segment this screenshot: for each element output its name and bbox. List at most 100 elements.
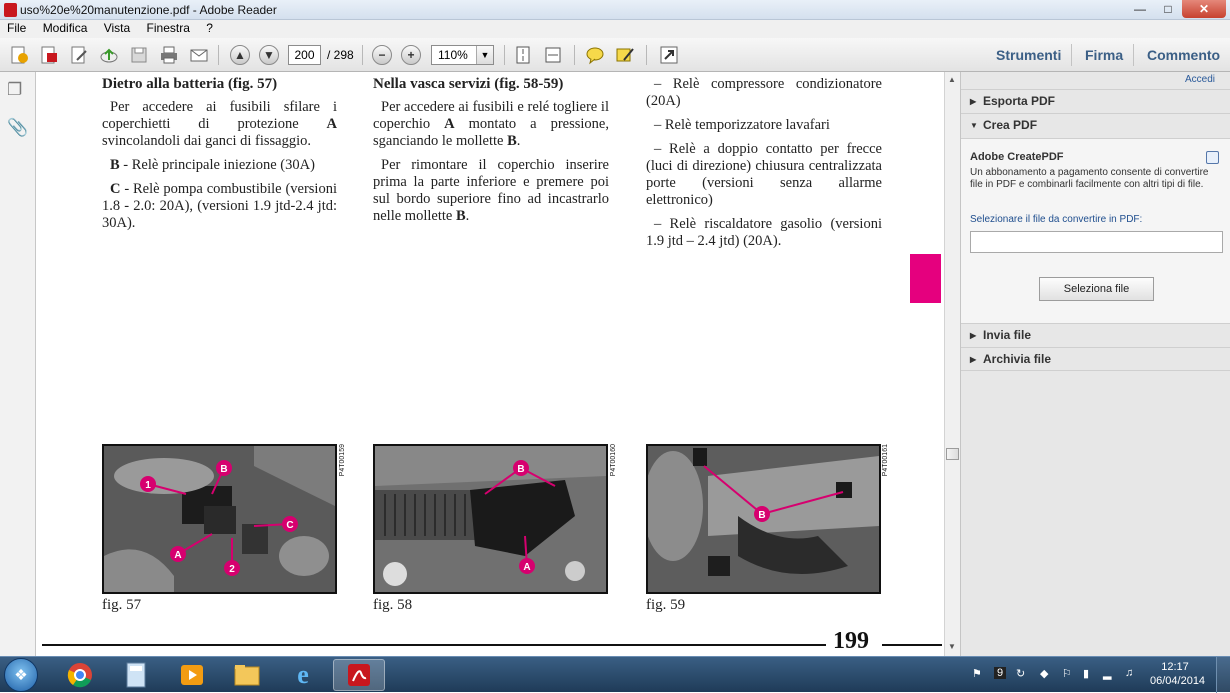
section-tab-marker <box>910 254 941 303</box>
plus-icon: + <box>401 45 421 65</box>
email-icon[interactable] <box>187 43 211 67</box>
maximize-button[interactable]: □ <box>1154 0 1182 18</box>
label-2: 2 <box>229 564 235 575</box>
attachment-icon[interactable]: 📎 <box>7 118 28 138</box>
edit-icon[interactable] <box>67 43 91 67</box>
fit-width-icon[interactable] <box>541 43 565 67</box>
column-2: Nella vasca servizi (fig. 58-59) Per acc… <box>373 76 609 232</box>
clock[interactable]: 12:17 06/04/2014 <box>1150 660 1206 688</box>
show-desktop-button[interactable] <box>1216 657 1230 693</box>
update-icon[interactable]: ↻ <box>1016 667 1025 680</box>
shield-icon[interactable]: ◆ <box>1040 667 1048 680</box>
file-select-label: Selezionare il file da convertire in PDF… <box>970 214 1143 225</box>
heading-service-box: Nella vasca servizi (fig. 58-59) <box>373 76 564 92</box>
page-number: 199 <box>833 628 869 654</box>
save-icon[interactable] <box>127 43 151 67</box>
pages-icon[interactable]: ❐ <box>7 80 22 100</box>
page-rule <box>882 644 942 646</box>
info-icon[interactable] <box>1206 151 1219 164</box>
select-file-button[interactable]: Seleziona file <box>1039 277 1154 301</box>
list-item: – Relè riscaldatore gasolio (versioni 1.… <box>646 216 882 249</box>
document-view[interactable]: Dietro alla batteria (fig. 57) Per acced… <box>37 72 944 656</box>
section-archivia-file[interactable]: ▶ Archivia file <box>961 347 1230 371</box>
expand-icon[interactable] <box>657 43 681 67</box>
previous-page-button[interactable]: ▲ <box>228 43 252 67</box>
figure-58-photo: B A <box>373 444 608 594</box>
chrome-icon[interactable] <box>54 659 106 691</box>
toolbar: ▲ ▼ 200 / 298 − + 110% ▼ Strumenti Firma… <box>0 38 1230 72</box>
figure-59-code: P4T00161 <box>882 444 889 477</box>
next-page-button[interactable]: ▼ <box>257 43 281 67</box>
zoom-in-button[interactable]: + <box>399 43 423 67</box>
menu-file[interactable]: File <box>0 20 32 35</box>
open-icon[interactable] <box>37 43 61 67</box>
close-button[interactable]: ✕ <box>1182 0 1226 18</box>
scroll-up-icon[interactable]: ▲ <box>948 75 956 84</box>
chevron-down-icon[interactable]: ▼ <box>476 46 493 64</box>
page-rule <box>42 644 826 646</box>
figure-58-caption: fig. 58 <box>373 597 413 613</box>
paragraph: B - Relè principale iniezione (30A) <box>110 157 315 173</box>
tray-badge[interactable]: 9 <box>994 667 1007 679</box>
label-b: B <box>517 464 524 475</box>
battery-icon[interactable]: ▮ <box>1083 667 1089 680</box>
menu-modifica[interactable]: Modifica <box>36 20 94 35</box>
adobe-reader-icon <box>4 3 17 17</box>
tab-commento[interactable]: Commento <box>1147 47 1220 63</box>
figure-57-photo: 1 B A 2 C <box>102 444 337 594</box>
list-item: – Relè temporizzatore lavafari <box>654 117 830 133</box>
figure-57-caption: fig. 57 <box>102 597 142 613</box>
section-esporta-pdf[interactable]: ▶ Esporta PDF <box>961 89 1230 113</box>
sign-in-link[interactable]: Accedi <box>1185 74 1215 85</box>
column-3: – Relè compressore condizionatore (20A) … <box>646 76 882 257</box>
flag-icon[interactable]: ⚑ <box>972 667 982 680</box>
start-button[interactable]: ❖ <box>4 658 38 692</box>
section-invia-file[interactable]: ▶ Invia file <box>961 323 1230 347</box>
scroll-thumb[interactable] <box>946 448 959 460</box>
vertical-scrollbar[interactable]: ▲ ▼ <box>944 72 960 656</box>
media-player-icon[interactable] <box>166 659 218 691</box>
window-title: uso%20e%20manutenzione.pdf - Adobe Reade… <box>20 3 277 17</box>
comment-icon[interactable] <box>583 43 607 67</box>
print-icon[interactable] <box>157 43 181 67</box>
adobe-reader-task-icon[interactable] <box>333 659 385 691</box>
zoom-select[interactable]: 110% ▼ <box>431 45 494 65</box>
paragraph: Per accedere ai fusibili sfilare i coper… <box>102 99 337 149</box>
menu-finestra[interactable]: Finestra <box>140 20 196 35</box>
triangle-right-icon: ▶ <box>970 331 977 340</box>
minimize-button[interactable]: — <box>1126 0 1154 18</box>
create-pdf-panel: Adobe CreatePDF Un abbonamento a pagamen… <box>961 138 1230 324</box>
page-number-input[interactable]: 200 <box>288 45 321 65</box>
create-pdf-icon[interactable] <box>7 43 31 67</box>
cloud-upload-icon[interactable] <box>97 43 121 67</box>
network-icon[interactable]: ▂ <box>1103 667 1111 680</box>
list-item: – Relè compressore condizionatore (20A) <box>646 76 882 109</box>
scroll-down-icon[interactable]: ▼ <box>948 642 956 651</box>
highlight-icon[interactable] <box>613 43 637 67</box>
arrow-up-icon: ▲ <box>230 45 250 65</box>
arrow-down-icon: ▼ <box>259 45 279 65</box>
triangle-right-icon: ▶ <box>970 97 977 106</box>
menu-vista[interactable]: Vista <box>97 20 136 35</box>
menu-help[interactable]: ? <box>199 20 219 35</box>
triangle-down-icon: ▼ <box>970 121 978 130</box>
volume-icon[interactable]: ♫ <box>1125 667 1133 679</box>
heading-battery: Dietro alla batteria (fig. 57) <box>102 76 278 92</box>
label-a: A <box>174 550 181 561</box>
internet-explorer-icon[interactable]: e <box>277 659 329 691</box>
calculator-icon[interactable] <box>110 659 162 691</box>
action-center-icon[interactable]: ⚐ <box>1062 667 1072 680</box>
panel-title: Adobe CreatePDF <box>970 151 1064 163</box>
column-1: Dietro alla batteria (fig. 57) Per acced… <box>102 76 337 239</box>
clock-time: 12:17 <box>1161 661 1189 673</box>
tab-strumenti[interactable]: Strumenti <box>996 47 1061 63</box>
paragraph: Per accedere ai fusibili e relé togliere… <box>373 99 609 149</box>
tab-firma[interactable]: Firma <box>1085 47 1123 63</box>
section-crea-pdf[interactable]: ▼ Crea PDF <box>961 113 1230 137</box>
clock-date: 06/04/2014 <box>1150 675 1206 687</box>
fit-page-icon[interactable] <box>511 43 535 67</box>
explorer-icon[interactable] <box>221 659 273 691</box>
figure-59-photo: B <box>646 444 881 594</box>
zoom-out-button[interactable]: − <box>370 43 394 67</box>
file-input[interactable] <box>970 231 1223 253</box>
